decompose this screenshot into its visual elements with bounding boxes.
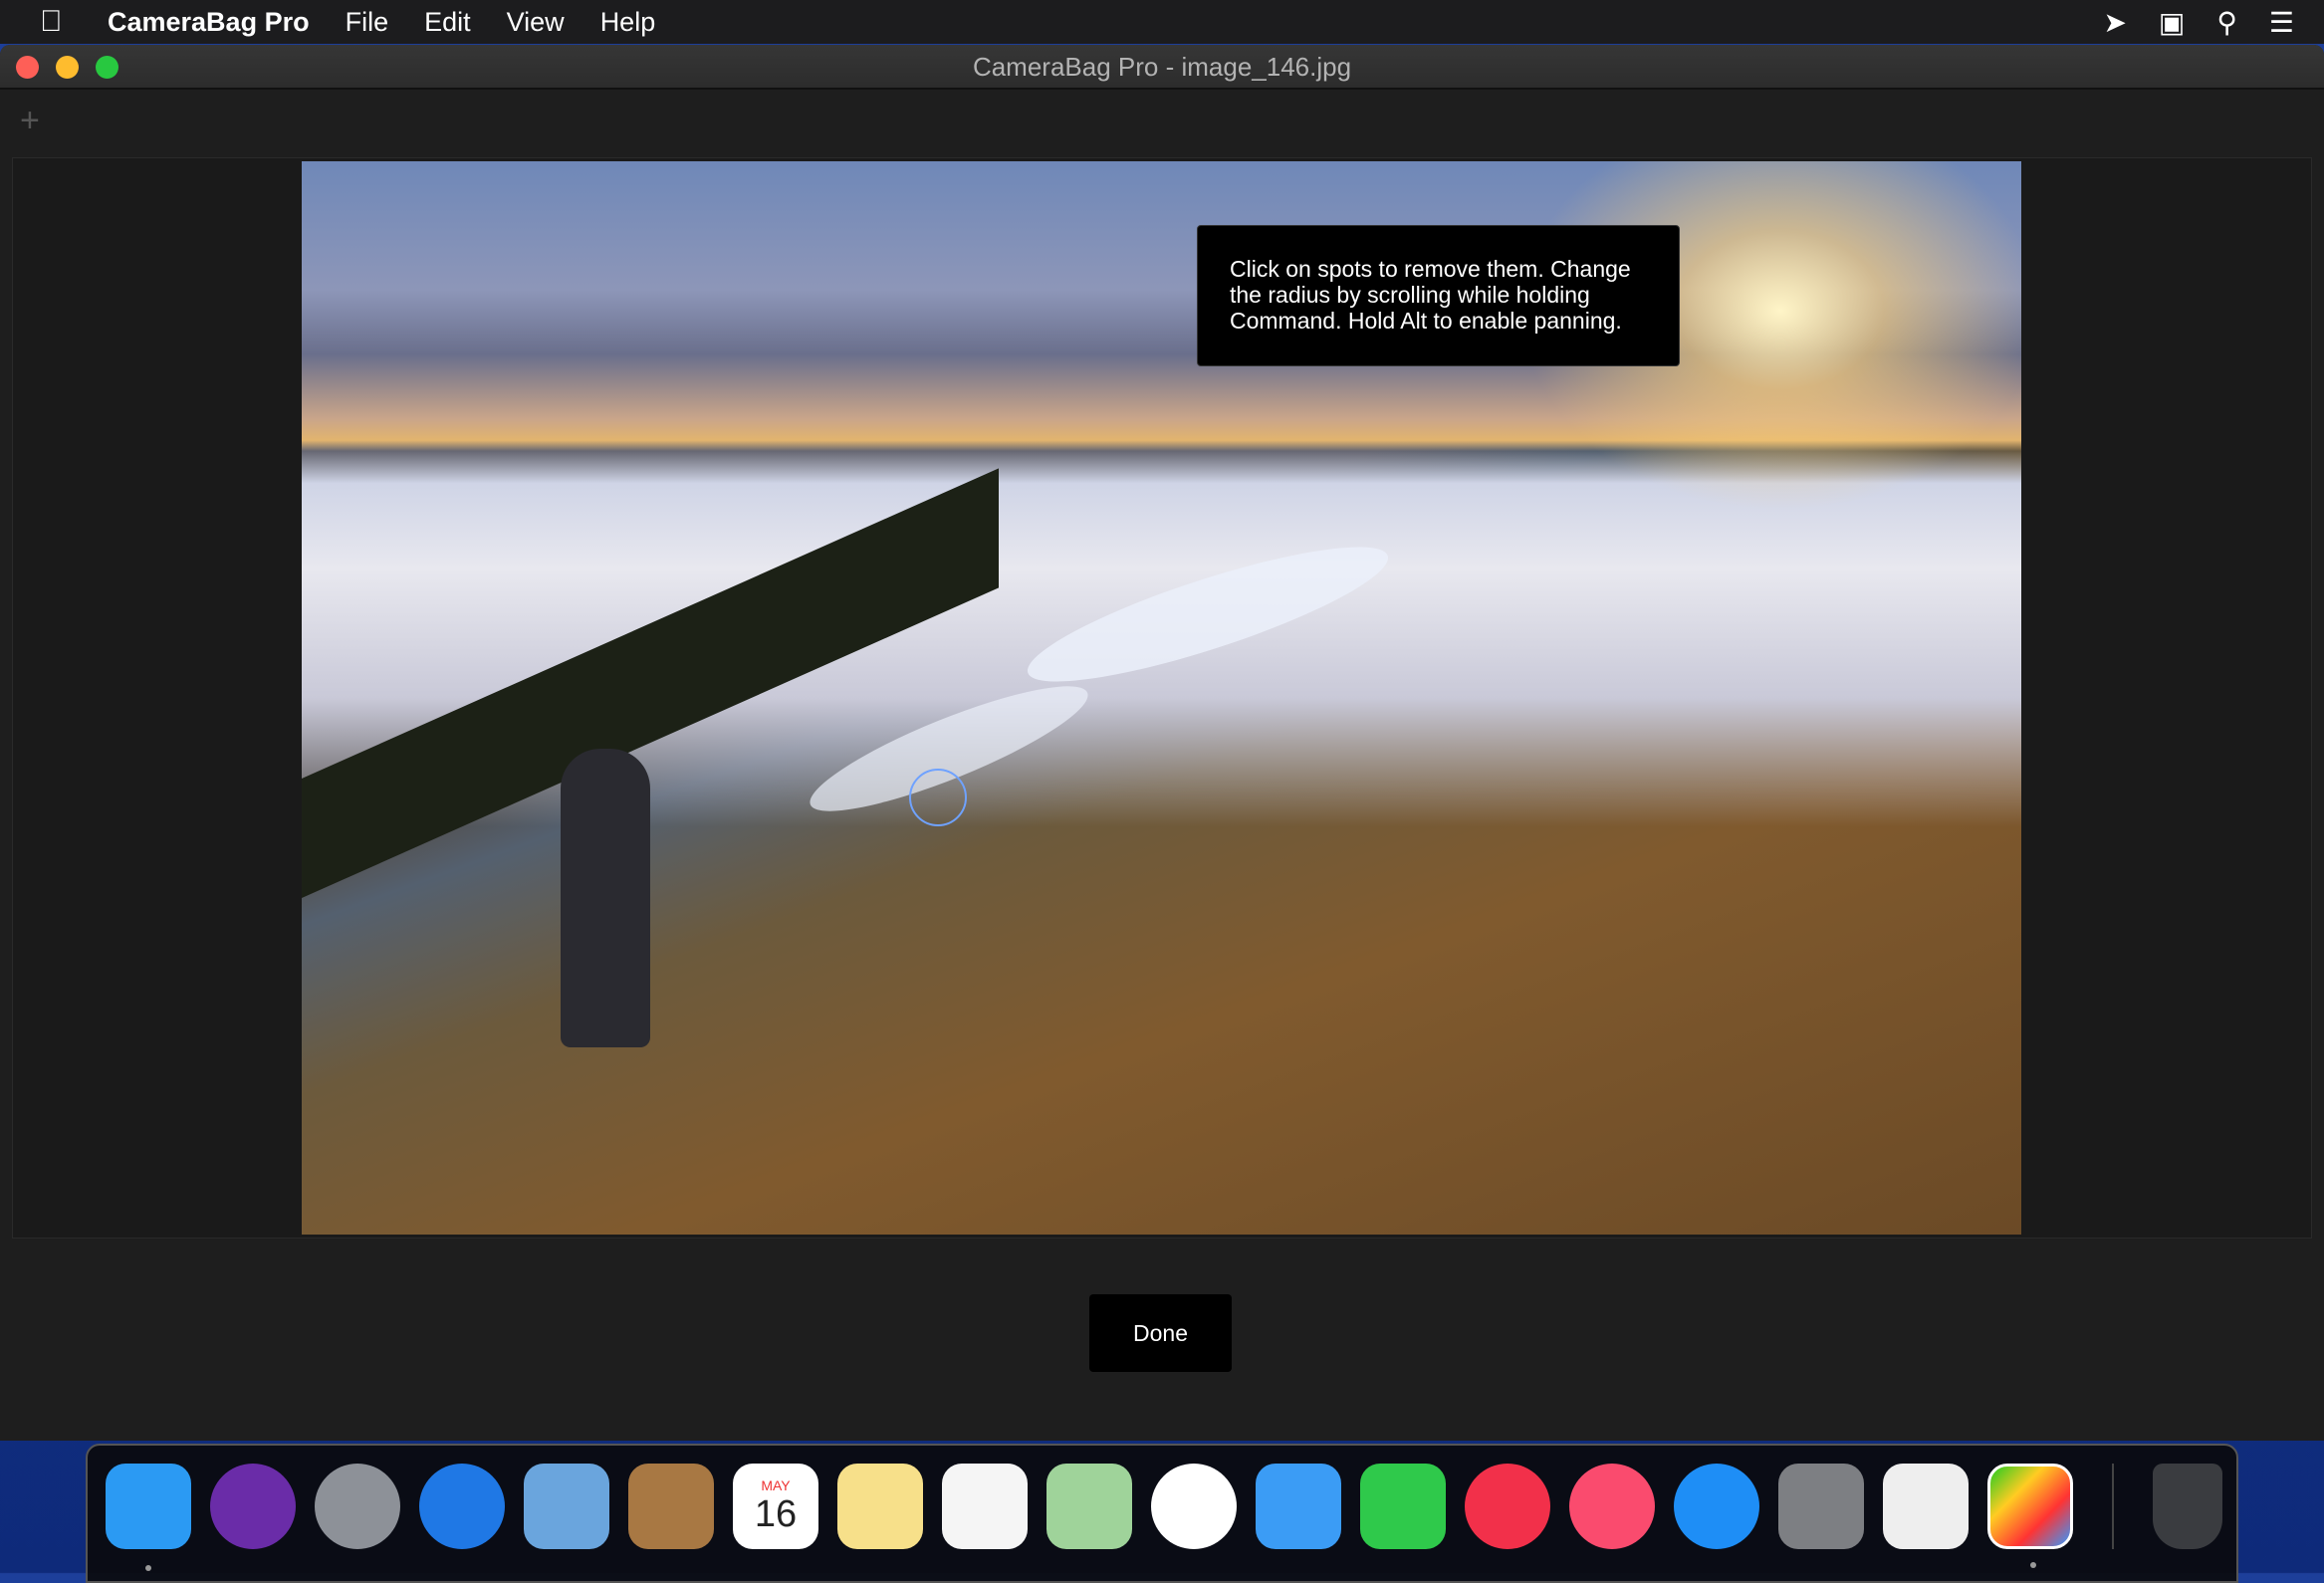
dock-calendar-icon[interactable]: MAY 16 [733, 1464, 818, 1549]
photo-trees [302, 468, 999, 898]
dock-messages-icon[interactable] [1256, 1464, 1341, 1549]
dock-maps-icon[interactable] [1046, 1464, 1132, 1549]
dock-siri-icon[interactable] [210, 1464, 296, 1549]
menu-app-name[interactable]: CameraBag Pro [108, 7, 310, 38]
dock-music-icon[interactable] [1569, 1464, 1655, 1549]
menu-file[interactable]: File [346, 7, 389, 38]
dock-safari-icon[interactable] [419, 1464, 505, 1549]
dock-camerabag-pro-icon[interactable] [1987, 1464, 2073, 1568]
add-icon[interactable]: + [20, 102, 40, 140]
menu-help[interactable]: Help [600, 7, 656, 38]
dock-finder-icon[interactable] [106, 1464, 191, 1571]
dock-facetime-icon[interactable] [1360, 1464, 1446, 1549]
help-tooltip: Click on spots to remove them. Change th… [1197, 225, 1680, 366]
running-indicator [145, 1565, 151, 1571]
dock-app-store-icon[interactable] [1674, 1464, 1759, 1549]
dock-launchpad-icon[interactable] [315, 1464, 400, 1549]
photo[interactable]: Click on spots to remove them. Change th… [302, 161, 2021, 1235]
control-center-list-icon[interactable]: ☰ [2269, 6, 2294, 39]
dock-reminders-icon[interactable] [942, 1464, 1028, 1549]
dock-textedit-icon[interactable] [1883, 1464, 1969, 1549]
apple-menu-icon[interactable]:  [40, 5, 70, 39]
dock-notes-icon[interactable] [837, 1464, 923, 1549]
airplay-cursor-icon[interactable]: ➤ [2103, 6, 2126, 39]
menu-edit[interactable]: Edit [424, 7, 471, 38]
dock-photos-icon[interactable] [1151, 1464, 1237, 1549]
minimize-button[interactable] [56, 56, 79, 79]
dock-separator [2112, 1464, 2114, 1549]
dock-news-icon[interactable] [1465, 1464, 1550, 1549]
menu-bar:  CameraBag Pro File Edit View Help ➤ ▣ … [0, 0, 2324, 44]
photo-snow [1017, 522, 1399, 707]
search-icon[interactable]: ⚲ [2216, 6, 2237, 39]
image-canvas[interactable]: Click on spots to remove them. Change th… [12, 157, 2312, 1239]
close-button[interactable] [16, 56, 39, 79]
calendar-month: MAY [761, 1476, 791, 1493]
running-indicator [2030, 1562, 2036, 1568]
calendar-day: 16 [754, 1492, 798, 1535]
photo-hiker [561, 749, 650, 1047]
window-title: CameraBag Pro - image_146.jpg [972, 52, 1352, 82]
menu-view[interactable]: View [507, 7, 565, 38]
dock-mail-icon[interactable] [524, 1464, 609, 1549]
dock-system-preferences-icon[interactable] [1778, 1464, 1864, 1549]
dock: MAY 16 [86, 1444, 2238, 1583]
app-window: CameraBag Pro - image_146.jpg + Click on… [0, 45, 2324, 1441]
dock-trash-icon[interactable] [2153, 1464, 2222, 1549]
toolbar: + [0, 90, 2324, 156]
title-bar: CameraBag Pro - image_146.jpg [0, 45, 2324, 90]
dock-contacts-icon[interactable] [628, 1464, 714, 1549]
zoom-button[interactable] [96, 56, 118, 79]
screen-mirroring-icon[interactable]: ▣ [2159, 6, 2185, 39]
done-button[interactable]: Done [1089, 1294, 1232, 1372]
spot-brush-cursor [909, 769, 967, 826]
